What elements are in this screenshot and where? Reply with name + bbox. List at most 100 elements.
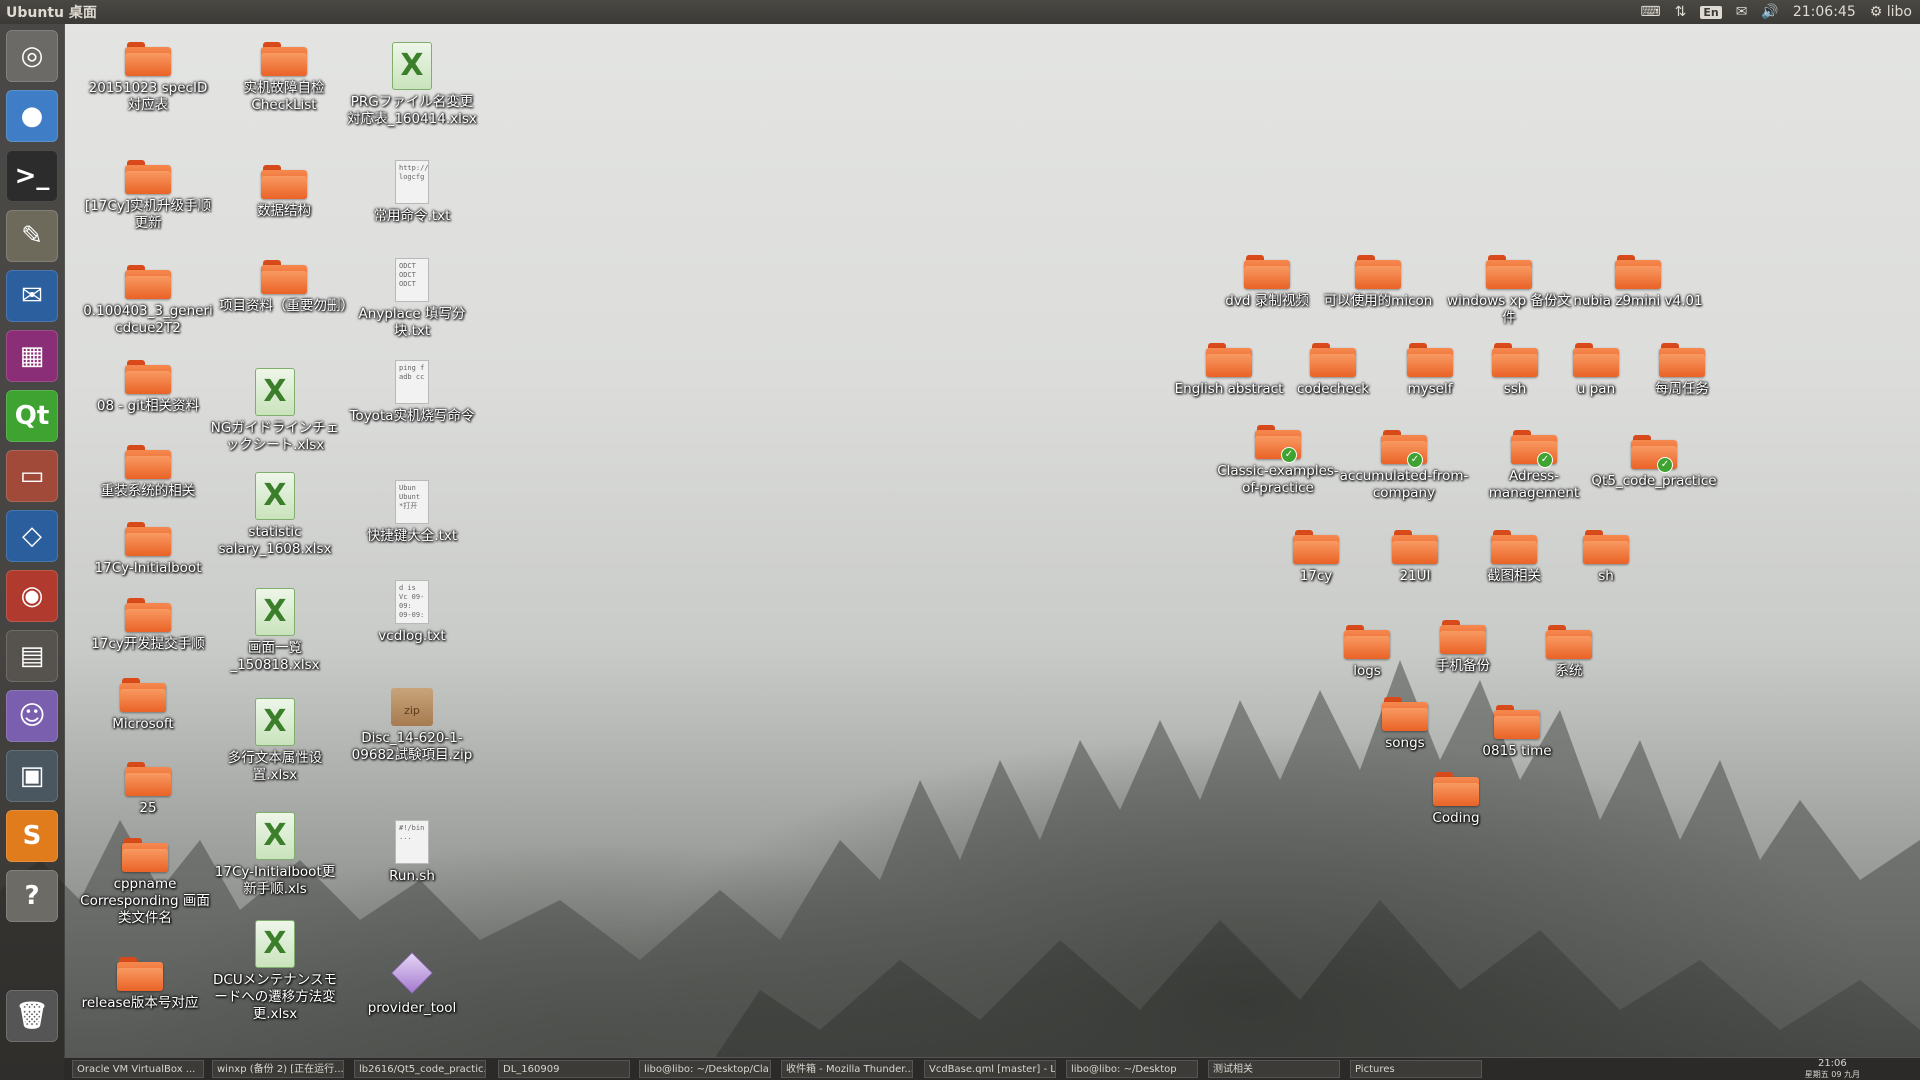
gear-icon: ⚙ [1869,4,1883,20]
desktop-txt-item[interactable]: #!/bin ... Run.sh [347,820,477,885]
taskbar-window-button[interactable]: DL_160909 [498,1060,630,1078]
launcher-workspace-switcher-icon[interactable]: ▦ [6,330,58,382]
desktop-folder-item[interactable]: ✓ Classic-examples-of-practice [1213,425,1343,497]
desktop-txt-item[interactable]: ping f adb cc Toyota实机烧写命令 [347,360,477,425]
desktop-txt-item[interactable]: d is Vc 09-09: 09-09: vcdlog.txt [347,580,477,645]
desktop-tool-item[interactable]: provider_tool [347,952,477,1017]
desktop-folder-item[interactable]: 项目资料（重要勿删） [219,260,354,315]
desktop-item-label: Run.sh [389,868,435,884]
desktop-folder-item[interactable]: 08 - git相关资料 [83,360,213,415]
desktop-xlsx-item[interactable]: X DCUメンテナンスモードへの遷移方法変更.xlsx [210,920,340,1023]
launcher-pidgin-icon[interactable]: ☺ [6,690,58,742]
network-icon[interactable]: ⇅ [1675,4,1687,20]
mail-icon[interactable]: ✉ [1736,4,1748,20]
desktop-folder-item[interactable]: 重装系统的相关 [83,445,213,500]
taskbar-window-button[interactable]: winxp (备份 2) [正在运行... [212,1060,344,1078]
desktop-folder-item[interactable]: 17cy开发提交手顺 [83,598,213,653]
desktop-folder-item[interactable]: 实机故障自检CheckList [219,42,349,114]
desktop-folder-item[interactable]: sh [1541,530,1671,585]
desktop-txt-item[interactable]: Ubun Ubunt *打开 快捷键大全.txt [347,480,477,545]
taskbar-window-button[interactable]: lb2616/Qt5_code_practic... [354,1060,486,1078]
taskbar-window-button[interactable]: Pictures [1350,1060,1482,1078]
desktop-folder-item[interactable]: 25 [83,762,213,817]
desktop-item-label: 系统 [1555,663,1583,679]
desktop-xlsx-item[interactable]: X 画面一覧_150818.xlsx [210,588,340,674]
desktop-txt-item[interactable]: ODCT ODCT ODCT Anyplace 填写分块.txt [347,258,477,340]
desktop-folder-item[interactable]: Coding [1391,772,1521,827]
desktop-folder-item[interactable]: release版本号对应 [75,957,205,1012]
launcher-thunderbird-icon[interactable]: ✉ [6,270,58,322]
launcher-calculator-icon[interactable]: ▤ [6,630,58,682]
folder-icon [1615,255,1661,289]
synced-emblem-icon: ✓ [1537,452,1553,468]
desktop-txt-item[interactable]: http:// logcfg 常用命令.txt [347,160,477,225]
desktop-folder-item[interactable]: ✓ Qt5_code_practice [1589,435,1719,490]
keyboard-icon[interactable]: ⌨ [1640,4,1660,20]
launcher-trash-icon[interactable]: 🗑 [6,990,58,1042]
desktop-folder-item[interactable]: Microsoft [78,678,208,733]
desktop-xlsx-item[interactable]: X NGガイドラインチェックシート.xlsx [210,368,340,454]
launcher-chromium-icon[interactable]: ● [6,90,58,142]
launcher-help-icon[interactable]: ? [6,870,58,922]
desktop-item-label: 重装系统的相关 [100,483,196,499]
taskbar-window-button[interactable]: 收件箱 - Mozilla Thunder... [781,1060,913,1078]
taskbar-window-button[interactable]: libo@libo: ~/Desktop [1066,1060,1198,1078]
launcher-terminal-icon[interactable]: >_ [6,150,58,202]
launcher-virtualbox-icon[interactable]: ◇ [6,510,58,562]
archive-icon: zip [391,688,433,726]
launcher-remote-desktop-icon[interactable]: ▣ [6,750,58,802]
language-indicator[interactable]: En [1700,5,1722,19]
desktop-item-label: 可以使用的micon [1323,293,1433,309]
top-panel: Ubuntu 桌面 ⌨ ⇅ En ✉ 🔊 21:06:45 ⚙ libo [0,0,1920,24]
taskbar-window-button[interactable]: libo@libo: ~/Desktop/Cla... [639,1060,771,1078]
text-file-icon: #!/bin ... [395,820,429,864]
taskbar-window-button[interactable]: 测试相关 [1208,1060,1340,1078]
desktop-item-label: 17Cy-Initialboot [94,560,202,576]
user-name: libo [1886,4,1912,20]
taskbar-window-button[interactable]: Oracle VM VirtualBox ... [72,1060,204,1078]
desktop-folder-item[interactable]: windows xp 备份文件 [1444,255,1574,327]
folder-icon [1206,343,1252,377]
desktop-folder-item[interactable]: 可以使用的micon [1313,255,1443,310]
session-menu[interactable]: ⚙ libo [1870,4,1912,20]
volume-icon[interactable]: 🔊 [1761,4,1778,20]
desktop-xlsx-item[interactable]: X 17Cy-Initialboot更新手顺.xls [210,812,340,898]
folder-icon [1433,772,1479,806]
desktop-folder-item[interactable]: [17Cy]实机升级手顺更新 [83,160,213,232]
desktop-item-label: 实机故障自检CheckList [243,80,325,113]
launcher-sublime-text-icon[interactable]: S [6,810,58,862]
launcher-files-icon[interactable]: ▭ [6,450,58,502]
launcher-gimp-icon[interactable]: ✎ [6,210,58,262]
desktop-item-label: Qt5_code_practice [1591,473,1717,489]
desktop-item-label: 08 - git相关资料 [96,398,200,414]
desktop-folder-item[interactable]: 17Cy-Initialboot [83,522,213,577]
launcher-qt-creator-icon[interactable]: Qt [6,390,58,442]
desktop-folder-item[interactable]: 20151023 specID対应表 [83,42,213,114]
launcher-dash-home-icon[interactable]: ◎ [6,30,58,82]
desktop-item-label: statistic salary_1608.xlsx [218,524,332,557]
desktop-folder-item[interactable]: 每周任务 [1617,343,1747,398]
folder-icon [261,260,307,294]
desktop-folder-item[interactable]: 数据结构 [219,165,349,220]
taskbar-window-button[interactable]: VcdBase.qml [master] - L... [924,1060,1056,1078]
desktop-folder-item[interactable]: ✓ accumulated-from-company [1339,430,1469,502]
synced-emblem-icon: ✓ [1657,457,1673,473]
desktop-item-label: 0.100403_3_genericdcue2T2 [83,303,213,336]
folder-icon [261,165,307,199]
desktop-xlsx-item[interactable]: X 多行文本属性设置.xlsx [210,698,340,784]
desktop-folder-item[interactable]: ✓ Adress-management [1469,430,1599,502]
desktop-folder-item[interactable]: songs [1340,697,1470,752]
launcher-disk-utility-icon[interactable]: ◉ [6,570,58,622]
desktop-xlsx-item[interactable]: X PRGファイル名変更対応表_160414.xlsx [347,42,477,128]
desktop-folder-item[interactable]: nubia z9mini v4.01 [1573,255,1703,310]
desktop-folder-item[interactable]: 0.100403_3_genericdcue2T2 [83,265,213,337]
desktop-xlsx-item[interactable]: Xstatistic salary_1608.xlsx [210,472,340,558]
desktop-folder-item[interactable]: cppname Corresponding 画面类文件名 [80,838,210,927]
clock[interactable]: 21:06:45 [1793,4,1856,20]
taskbar-clock[interactable]: 21:06 星期五 09 九月 [1805,1058,1860,1080]
desktop-folder-item[interactable]: 系统 [1504,625,1634,680]
desktop-folder-item[interactable]: 0815 time [1452,705,1582,760]
launcher: ◎ ● >_ ✎ ✉ ▦ Qt ▭ ◇ ◉ ▤ ☺ ▣ S? 🗑 [0,24,65,1080]
desktop-zip-item[interactable]: zip Disc_14-620-1-09682試験項目.zip [347,688,477,764]
desktop-item-label: 画面一覧_150818.xlsx [230,640,320,673]
